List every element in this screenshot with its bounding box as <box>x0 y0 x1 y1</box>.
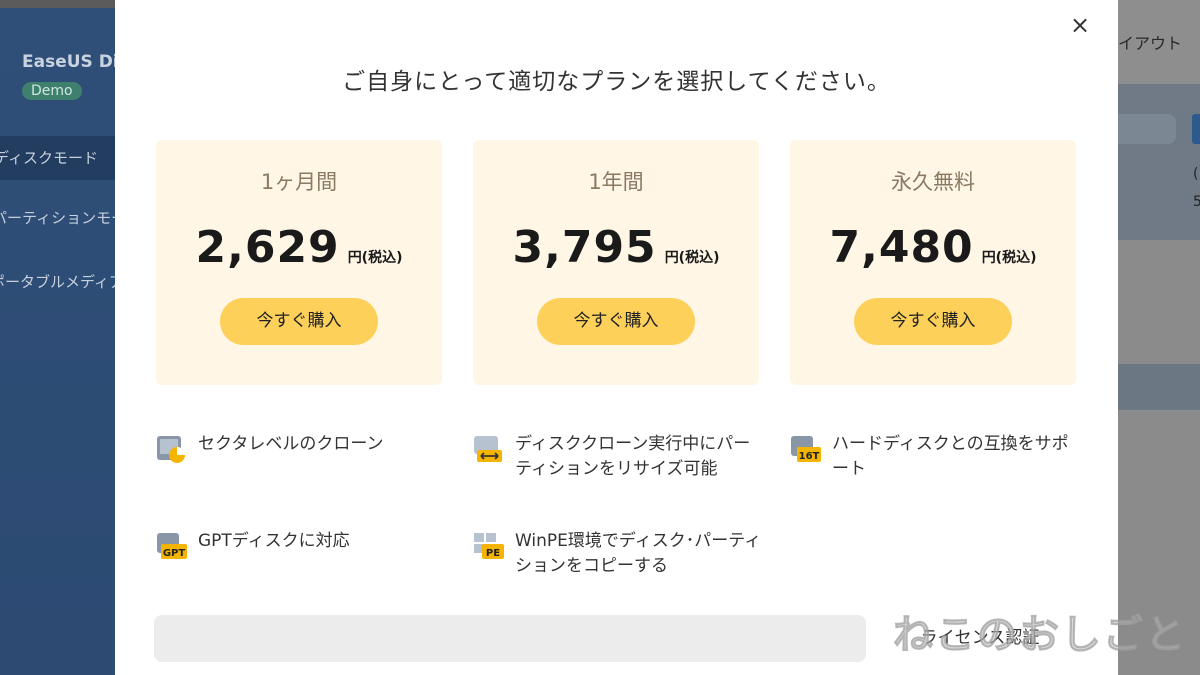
plan-price: 3,795 <box>512 222 657 273</box>
feature-label: WinPE環境でディスク･パーティションをコピーする <box>515 531 762 576</box>
icon-label-pe: PE <box>486 548 500 559</box>
app-field <box>1118 114 1176 144</box>
app-top-strip <box>0 0 115 8</box>
feature-label: ハードディスクとの互換をサポート <box>832 434 1069 479</box>
plan-price-row: 3,795 円(税込) <box>473 222 759 273</box>
app-text-2: 5 <box>1193 194 1200 210</box>
app-row <box>1118 364 1200 410</box>
sidebar-item-disk-mode[interactable]: ディスクモード <box>0 136 115 180</box>
icon-label-16t: 16T <box>799 451 820 462</box>
buy-now-button-yearly[interactable]: 今すぐ購入 <box>537 298 695 345</box>
app-button <box>1192 114 1200 144</box>
plan-card-yearly: 1年間 3,795 円(税込) 今すぐ購入 <box>473 140 759 385</box>
app-main-area: イアウト ( 5 <box>1118 0 1200 675</box>
plan-price: 7,480 <box>829 222 974 273</box>
feature-label: ディスククローン実行中にパーティションをリサイズ可能 <box>515 434 751 479</box>
plan-card-monthly: 1ヶ月間 2,629 円(税込) 今すぐ購入 <box>156 140 442 385</box>
plan-selection-dialog: × ご自身にとって適切なプランを選択してください。 1ヶ月間 2,629 円(税込… <box>115 0 1118 675</box>
sector-clone-icon <box>156 434 186 464</box>
resize-partition-icon <box>473 434 503 464</box>
plan-tax-label: 円(税込) <box>347 250 403 266</box>
16t-disk-icon: 16T <box>790 434 821 464</box>
plan-card-lifetime: 永久無料 7,480 円(税込) 今すぐ購入 <box>790 140 1076 385</box>
gpt-disk-icon: GPT <box>156 531 187 561</box>
app-title: EaseUS Dis <box>22 52 129 72</box>
plan-price-row: 7,480 円(税込) <box>790 222 1076 273</box>
sidebar-item-partition-mode[interactable]: パーティションモード <box>0 196 115 240</box>
demo-badge: Demo <box>22 82 82 100</box>
sidebar-item-portable-media[interactable]: ポータブルメディア <box>0 260 115 304</box>
plan-tax-label: 円(税込) <box>981 250 1037 266</box>
watermark-text: ねこのおしごと <box>893 612 1187 659</box>
plan-name: 1ヶ月間 <box>260 170 338 194</box>
close-button[interactable]: × <box>1065 10 1095 40</box>
logout-link[interactable]: イアウト <box>1118 30 1182 54</box>
app-text-1: ( <box>1193 166 1199 182</box>
plan-price-row: 2,629 円(税込) <box>156 222 442 273</box>
buy-now-button-lifetime[interactable]: 今すぐ購入 <box>854 298 1012 345</box>
plan-name: 永久無料 <box>891 170 975 194</box>
icon-label-gpt: GPT <box>163 548 186 559</box>
plan-tax-label: 円(税込) <box>664 250 720 266</box>
app-header: イアウト <box>1118 0 1200 84</box>
feature-label: セクタレベルのクローン <box>198 434 384 454</box>
winpe-icon: PE <box>473 531 504 561</box>
app-sidebar: EaseUS Dis Demo ディスクモード パーティションモード ポータブル… <box>0 0 129 675</box>
plan-price: 2,629 <box>195 222 340 273</box>
license-key-input[interactable] <box>154 615 866 662</box>
dialog-title: ご自身にとって適切なプランを選択してください。 <box>342 69 891 95</box>
feature-label: GPTディスクに対応 <box>198 531 350 551</box>
plan-name: 1年間 <box>588 170 644 194</box>
buy-now-button-monthly[interactable]: 今すぐ購入 <box>220 298 378 345</box>
app-panel <box>1118 84 1200 240</box>
